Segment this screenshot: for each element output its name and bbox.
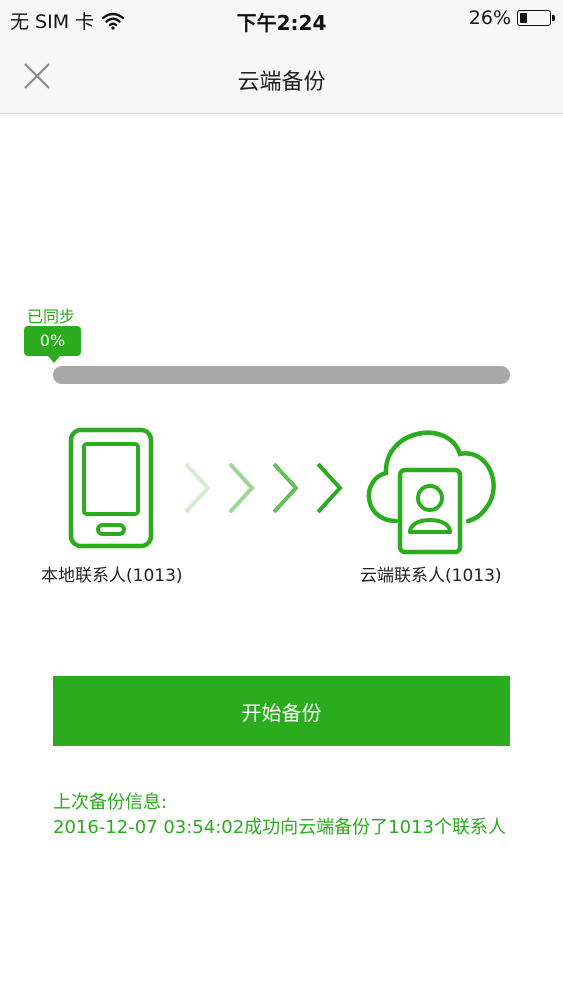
progress-percent-badge: 0% (24, 326, 81, 363)
cloud-backup-screen: 无 SIM 卡 下午2:24 26% 云端备份 已同步 0% 本地联系人(101… (0, 0, 563, 1000)
last-backup-detail: 2016-12-07 03:54:02成功向云端备份了1013个联系人 (53, 817, 506, 838)
battery-icon (517, 10, 555, 26)
local-contacts-label: 本地联系人(1013) (41, 566, 183, 586)
status-bar: 无 SIM 卡 下午2:24 26% (0, 0, 563, 40)
chevron-right-icon (272, 462, 299, 514)
synced-label: 已同步 (27, 307, 76, 326)
battery-level (520, 13, 527, 23)
progress-bar (53, 366, 510, 384)
start-backup-button[interactable]: 开始备份 (53, 676, 510, 746)
last-backup-heading: 上次备份信息: (53, 792, 168, 813)
phone-icon (68, 427, 154, 549)
transfer-arrows (184, 462, 343, 514)
status-right: 26% (468, 7, 555, 29)
page-title: 云端备份 (237, 70, 326, 95)
chevron-right-icon (228, 462, 255, 514)
chevron-right-icon (184, 462, 211, 514)
cloud-contacts-label: 云端联系人(1013) (360, 566, 502, 586)
cloud-contact-icon (366, 430, 496, 555)
nav-bar: 云端备份 (0, 40, 563, 114)
chevron-right-icon (316, 462, 343, 514)
battery-percent: 26% (468, 7, 511, 29)
last-backup-info: 上次备份信息: 2016-12-07 03:54:02成功向云端备份了1013个… (53, 790, 513, 840)
